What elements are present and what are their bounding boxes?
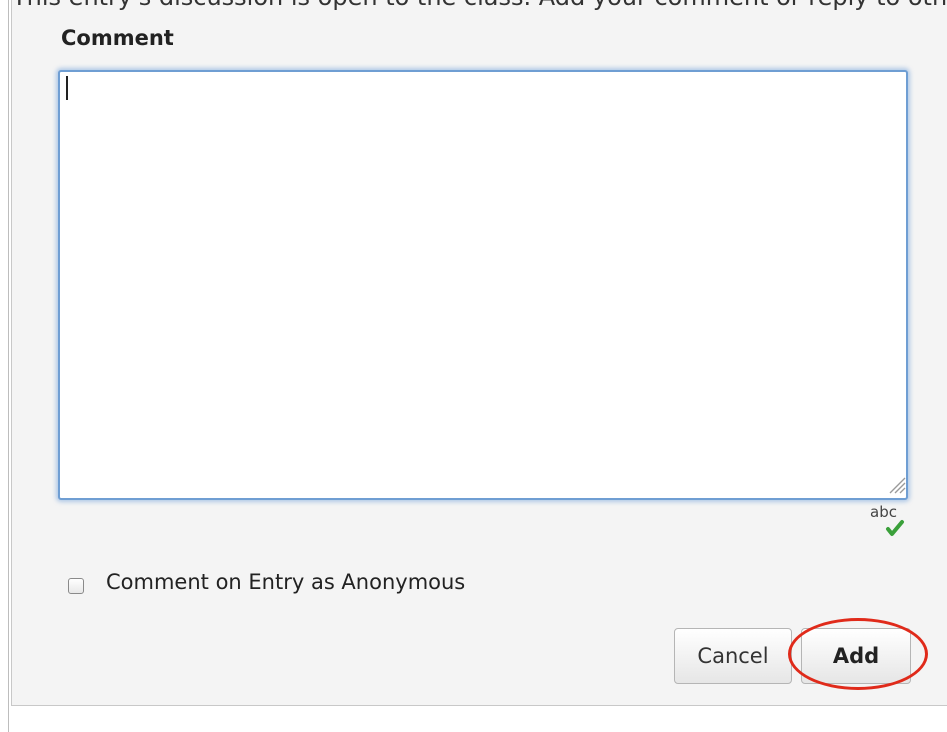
add-button[interactable]: Add bbox=[801, 628, 911, 684]
comment-dialog-page: This entry's discussion is open to the c… bbox=[0, 0, 947, 732]
anonymous-checkbox-label[interactable]: Comment on Entry as Anonymous bbox=[106, 570, 465, 594]
comment-textarea[interactable] bbox=[58, 70, 908, 500]
cancel-button[interactable]: Cancel bbox=[674, 628, 792, 684]
anonymous-checkbox[interactable] bbox=[68, 578, 84, 594]
left-margin bbox=[0, 0, 11, 732]
truncated-top-text: This entry's discussion is open to the c… bbox=[12, 0, 947, 11]
resize-grip-icon[interactable] bbox=[886, 474, 906, 494]
anonymous-option[interactable]: Comment on Entry as Anonymous bbox=[68, 566, 465, 598]
text-caret bbox=[66, 76, 68, 100]
spellcheck-icon[interactable]: abc bbox=[870, 503, 906, 539]
spellcheck-checkmark-icon bbox=[886, 520, 904, 536]
left-border-line bbox=[8, 0, 9, 732]
comment-label: Comment bbox=[61, 26, 174, 50]
